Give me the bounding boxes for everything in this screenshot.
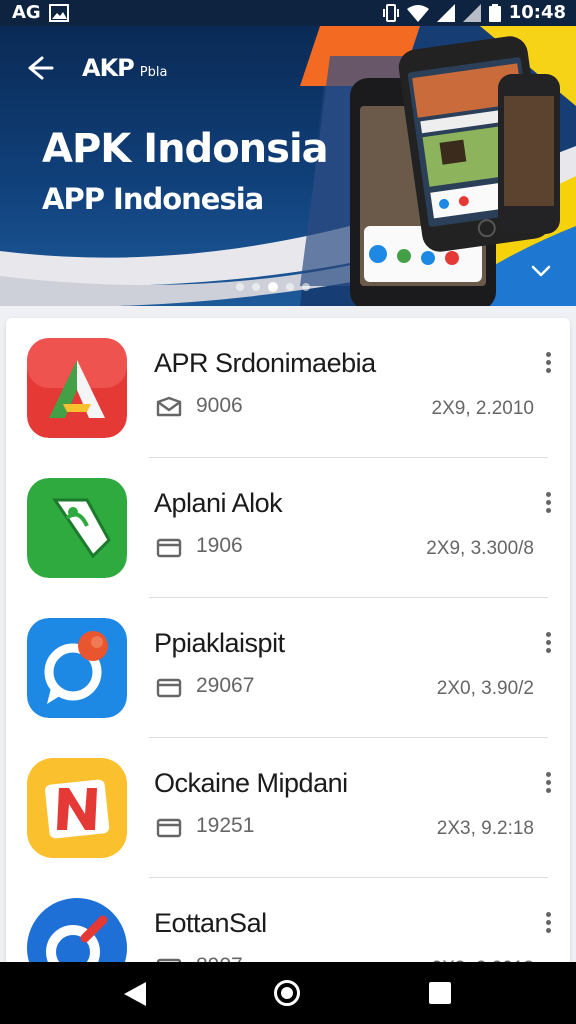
nav-back-icon[interactable]: [122, 980, 148, 1008]
app-list-item[interactable]: EottanSal 8907 2X3, 2.2018: [6, 878, 570, 968]
more-options-icon[interactable]: [540, 910, 556, 936]
download-count: 19251: [196, 814, 255, 837]
status-time: 10:48: [508, 2, 566, 23]
logo-text: AKP: [82, 54, 135, 82]
hero-title: APK Indonsia: [42, 126, 329, 172]
carousel-indicator: [236, 282, 310, 292]
download-count: 9006: [196, 394, 243, 417]
app-name: Ockaine Mipdani: [154, 768, 348, 798]
release-date: 2X0, 3.90/2: [436, 678, 534, 699]
phone-mockup-right: [498, 74, 560, 234]
download-count-icon: [156, 678, 182, 698]
app-name: EottanSal: [154, 908, 267, 938]
app-name: Ppiaklaispit: [154, 628, 285, 658]
logo-subtext: Pbla: [139, 65, 168, 80]
carousel-dot[interactable]: [286, 283, 294, 291]
download-count-icon: [156, 818, 182, 838]
nav-recents-icon[interactable]: [429, 982, 451, 1004]
signal-icon: [436, 3, 455, 22]
app-blue-ring-icon: [27, 898, 127, 968]
release-date: 2X9, 2.2010: [431, 398, 534, 419]
app-list-item[interactable]: Ockaine Mipdani 19251 2X3, 9.2:18: [6, 738, 570, 878]
carousel-dot[interactable]: [236, 283, 244, 291]
more-options-icon[interactable]: [540, 630, 556, 656]
carousel-dot[interactable]: [302, 283, 310, 291]
release-date: 2X3, 9.2:18: [436, 818, 534, 839]
app-name: Aplani Alok: [154, 488, 283, 518]
more-options-icon[interactable]: [540, 770, 556, 796]
download-count: 1906: [196, 534, 243, 557]
back-arrow-icon[interactable]: [18, 48, 58, 88]
app-logo: AKP Pbla: [82, 54, 167, 82]
release-date: 2X9, 3.300/8: [426, 538, 534, 559]
image-notification-icon: [48, 3, 69, 22]
carousel-dot[interactable]: [252, 283, 260, 291]
status-bar: AG 10:48: [0, 0, 576, 26]
app-list: APR Srdonimaebia 9006 2X9, 2.2010 Aplani…: [6, 318, 570, 968]
app-green-ticket-icon: [27, 478, 127, 578]
status-left-text: AG: [12, 2, 41, 23]
download-count: 29067: [196, 674, 255, 697]
app-blue-chat-icon: [27, 618, 127, 718]
wifi-icon: [406, 4, 429, 22]
app-a-logo-icon: [27, 338, 127, 438]
system-nav-bar: [0, 962, 576, 1024]
app-name: APR Srdonimaebia: [154, 348, 376, 378]
chevron-down-icon[interactable]: [526, 256, 556, 286]
more-options-icon[interactable]: [540, 490, 556, 516]
battery-icon: [488, 3, 501, 22]
download-count-icon: [156, 538, 182, 558]
hero-subtitle: APP Indonesia: [42, 182, 264, 216]
app-list-item[interactable]: Ppiaklaispit 29067 2X0, 3.90/2: [6, 598, 570, 738]
app-list-item[interactable]: APR Srdonimaebia 9006 2X9, 2.2010: [6, 318, 570, 458]
carousel-dot-active[interactable]: [268, 282, 278, 292]
app-list-item[interactable]: Aplani Alok 1906 2X9, 3.300/8: [6, 458, 570, 598]
signal-2-icon: [462, 3, 481, 22]
more-options-icon[interactable]: [540, 350, 556, 376]
app-yellow-n-icon: [27, 758, 127, 858]
hero-banner[interactable]: AKP Pbla APK Indonsia APP Indonesia: [0, 26, 576, 306]
download-count-icon: [156, 396, 182, 417]
vibrate-icon: [382, 3, 399, 22]
nav-home-icon[interactable]: [274, 980, 300, 1006]
